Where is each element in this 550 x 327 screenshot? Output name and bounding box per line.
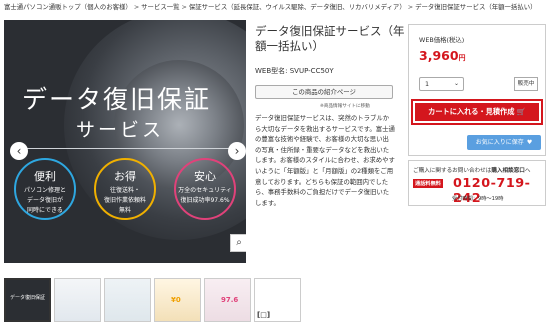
feature-line: 復旧成功率97.6%	[180, 197, 230, 204]
feature-head: 安心	[194, 170, 216, 183]
business-hours: 受付時間：9時～19時	[452, 196, 504, 202]
feature-line: 往復送料・	[109, 187, 140, 194]
quantity-value: 1	[425, 80, 430, 88]
purchase-box: WEB価格(税込) 3,960円 1 ⌄ 販売中 カートに入れる・見積作成 🛒 お…	[408, 24, 546, 156]
product-description: データ復旧保証サービスは、突然のトラブルから大切なデータを救出するサービスです。…	[255, 114, 395, 207]
breadcrumb-current: データ復旧保証サービス（年額一括払い）	[415, 3, 537, 11]
breadcrumb-services[interactable]: サービス一覧	[141, 2, 179, 11]
feature-head: お得	[114, 170, 136, 183]
feature-line: 万全のセキュリティ	[178, 187, 232, 194]
breadcrumb: 富士通パソコン通販トップ（個人のお客様） > サービス一覧 > 保証サービス（延長保証、…	[4, 2, 548, 11]
feature-line: 復旧作業依頼料	[103, 197, 146, 204]
contact-box: ご購入に関するお問い合わせは購入相談窓口へ 通話料無料 0120-719-242…	[408, 160, 546, 206]
price-label: WEB価格(税込)	[419, 36, 465, 44]
model-number: WEB型名: SVUP-CC50Y	[255, 67, 334, 75]
feature-value: お得 往復送料・ 復旧作業依頼料 無料	[94, 158, 156, 220]
breadcrumb-warranty[interactable]: 保証サービス（延長保証、ウイルス駆除、データ復旧、リカバリメディア）	[189, 2, 406, 11]
thumbnail-2[interactable]	[54, 278, 101, 322]
contact-post: へ	[524, 168, 531, 174]
feature-head: 便利	[34, 170, 56, 183]
hero-subtitle: サービス	[76, 119, 165, 141]
chevron-left-icon[interactable]: ‹	[10, 142, 28, 160]
save-favorite-label: お気に入りに保存	[475, 139, 524, 146]
feature-line: パソコン修理と	[23, 187, 66, 194]
thumbnail-mark: [□]	[257, 311, 271, 319]
feature-line: データ復旧が	[26, 197, 63, 204]
feature-line: 無料	[118, 207, 131, 214]
price-currency: 円	[458, 54, 466, 62]
product-intro-button[interactable]: この商品の紹介ページ	[255, 85, 393, 99]
breadcrumb-sep: >	[133, 3, 140, 11]
add-to-cart-button[interactable]: カートに入れる・見積作成 🛒	[411, 99, 543, 125]
chevron-right-icon[interactable]: ›	[228, 142, 246, 160]
thumbnail-4[interactable]: ¥0	[154, 278, 201, 322]
product-main-image: データ復旧保証 サービス 便利 パソコン修理と データ復旧が 同時にできる お得…	[4, 20, 246, 263]
magnifier-icon[interactable]: ⌕	[230, 234, 246, 252]
thumbnail-mark: 97.6	[221, 296, 239, 304]
thumbnail-mark: ¥0	[171, 296, 181, 304]
thumbnail-1[interactable]: データ復旧保証	[4, 278, 51, 322]
heart-icon: ♥	[526, 139, 533, 146]
contact-line: ご購入に関するお問い合わせは購入相談窓口へ	[413, 166, 531, 174]
thumbnail-6[interactable]: [□]	[254, 278, 301, 322]
thumbnail-strip: データ復旧保証 ¥0 97.6 [□]	[4, 278, 301, 322]
product-intro-note: ※商品情報サイトに移動	[320, 104, 370, 109]
breadcrumb-home[interactable]: 富士通パソコン通販トップ（個人のお客様）	[4, 2, 132, 11]
hero-divider	[20, 148, 232, 149]
cart-icon: 🛒	[516, 107, 526, 116]
price-value: 3,960	[419, 48, 459, 63]
product-title: データ復旧保証サービス（年額一括払い）	[255, 24, 405, 53]
hero-title: データ復旧保証	[22, 85, 212, 114]
price: 3,960円	[419, 48, 466, 63]
add-to-cart-label: カートに入れる・見積作成 🛒	[415, 103, 539, 121]
feature-convenient: 便利 パソコン修理と データ復旧が 同時にできる	[14, 158, 76, 220]
breadcrumb-sep: >	[181, 3, 187, 11]
quantity-select[interactable]: 1 ⌄	[419, 77, 464, 91]
status-badge: 販売中	[514, 77, 538, 91]
chevron-down-icon: ⌄	[453, 80, 459, 87]
thumbnail-label: データ復旧保証	[10, 295, 46, 301]
toll-free-badge: 通話料無料	[413, 179, 443, 188]
save-favorite-button[interactable]: お気に入りに保存 ♥	[467, 135, 541, 150]
feature-line: 同時にできる	[27, 207, 63, 214]
add-to-cart-text: カートに入れる・見積作成	[428, 107, 515, 116]
feature-safe: 安心 万全のセキュリティ 復旧成功率97.6%	[174, 158, 236, 220]
contact-window: 購入相談窓口	[491, 168, 525, 174]
contact-pre: ご購入に関するお問い合わせは	[413, 168, 492, 174]
thumbnail-5[interactable]: 97.6	[204, 278, 251, 322]
breadcrumb-sep: >	[407, 3, 414, 11]
thumbnail-3[interactable]	[104, 278, 151, 322]
